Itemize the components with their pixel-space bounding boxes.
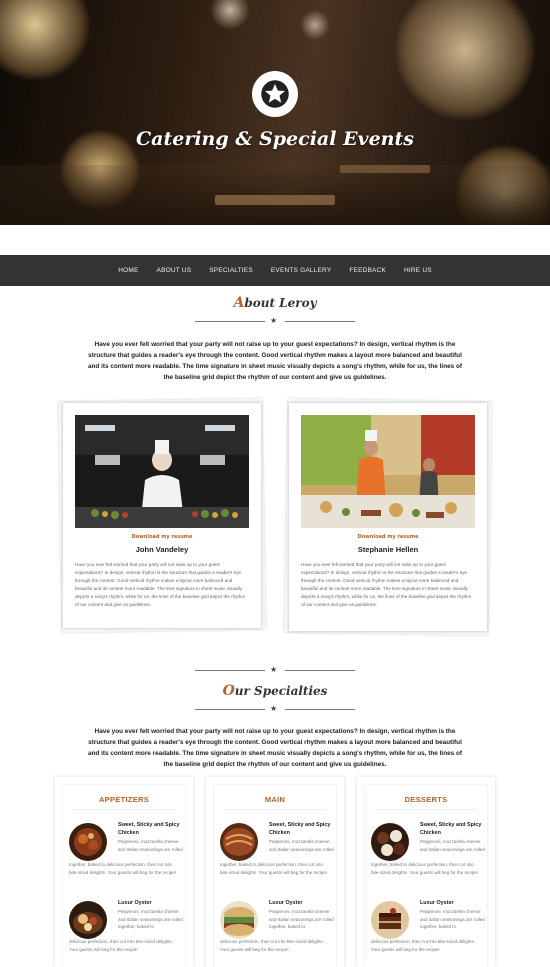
nav-events-gallery[interactable]: EVENTS GALLERY bbox=[271, 267, 331, 274]
specialties-divider-bottom: ★ bbox=[195, 704, 355, 714]
main-nav: HOME ABOUT US SPECIALTIES EVENTS GALLERY… bbox=[0, 255, 550, 286]
profile-name: John Vandeley bbox=[135, 545, 189, 554]
nav-specialties[interactable]: SPECIALTIES bbox=[209, 267, 253, 274]
profile-card: Download my resume Stephanie Hellen Have… bbox=[283, 398, 493, 636]
about-divider: ★ bbox=[195, 316, 355, 326]
dish-image bbox=[69, 823, 107, 861]
menu-card-desserts: DESSERTS Sweet, Sticky and Spicy Chicken… bbox=[357, 777, 495, 967]
menu-item[interactable]: Sweet, Sticky and Spicy Chicken Pepperon… bbox=[63, 817, 185, 887]
chef-photo bbox=[75, 415, 249, 528]
dish-image bbox=[220, 823, 258, 861]
profile-bio: Have you ever felt worried that your par… bbox=[301, 562, 472, 607]
menu-item[interactable]: Luxur Oyster Pepperoni, mozzarella chees… bbox=[214, 895, 336, 965]
star-icon: ★ bbox=[270, 704, 278, 713]
menu-title: DESSERTS bbox=[404, 795, 448, 804]
specialties-divider-top: ★ bbox=[195, 665, 355, 675]
profile-name: Stephanie Hellen bbox=[357, 545, 419, 554]
nav-home[interactable]: HOME bbox=[118, 267, 138, 274]
download-resume-link[interactable]: Download my resume bbox=[63, 534, 261, 540]
menu-item[interactable]: Sweet, Sticky and Spicy Chicken Pepperon… bbox=[214, 817, 336, 887]
download-resume-link[interactable]: Download my resume bbox=[289, 534, 487, 540]
hero-title: Catering & Special Events bbox=[136, 128, 414, 150]
menu-title: APPETIZERS bbox=[98, 795, 150, 804]
specialties-intro: Have you ever felt worried that your par… bbox=[87, 728, 463, 768]
profile-card: Download my resume John Vandeley Have yo… bbox=[57, 398, 267, 633]
menu-card-appetizers: APPETIZERS Sweet, Sticky and Spicy Chick… bbox=[55, 777, 193, 967]
about-title: About Leroy bbox=[233, 295, 317, 311]
chef-photo bbox=[301, 415, 475, 528]
dish-image bbox=[371, 901, 409, 939]
menu-item[interactable]: Sweet, Sticky and Spicy Chicken Pepperon… bbox=[365, 817, 487, 887]
dish-image bbox=[69, 901, 107, 939]
star-badge-icon bbox=[252, 71, 298, 117]
hero-banner: Catering & Special Events bbox=[0, 0, 550, 225]
dish-image bbox=[371, 823, 409, 861]
dish-image bbox=[220, 901, 258, 939]
star-icon: ★ bbox=[270, 316, 278, 325]
specialties-title: Our Specialties bbox=[222, 683, 328, 699]
nav-about-us[interactable]: ABOUT US bbox=[157, 267, 192, 274]
menu-item[interactable]: Luxur Oyster Pepperoni, mozzarella chees… bbox=[63, 895, 185, 965]
menu-item[interactable]: Luxur Oyster Pepperoni, mozzarella chees… bbox=[365, 895, 487, 965]
about-intro: Have you ever felt worried that your par… bbox=[87, 341, 463, 381]
star-icon: ★ bbox=[270, 665, 278, 674]
nav-feedback[interactable]: FEEDBACK bbox=[349, 267, 386, 274]
profile-bio: Have you ever felt worried that your par… bbox=[75, 562, 246, 607]
nav-hire-us[interactable]: HIRE US bbox=[404, 267, 432, 274]
menu-card-main: MAIN Sweet, Sticky and Spicy Chicken Pep… bbox=[206, 777, 344, 967]
menu-title: MAIN bbox=[264, 795, 286, 804]
